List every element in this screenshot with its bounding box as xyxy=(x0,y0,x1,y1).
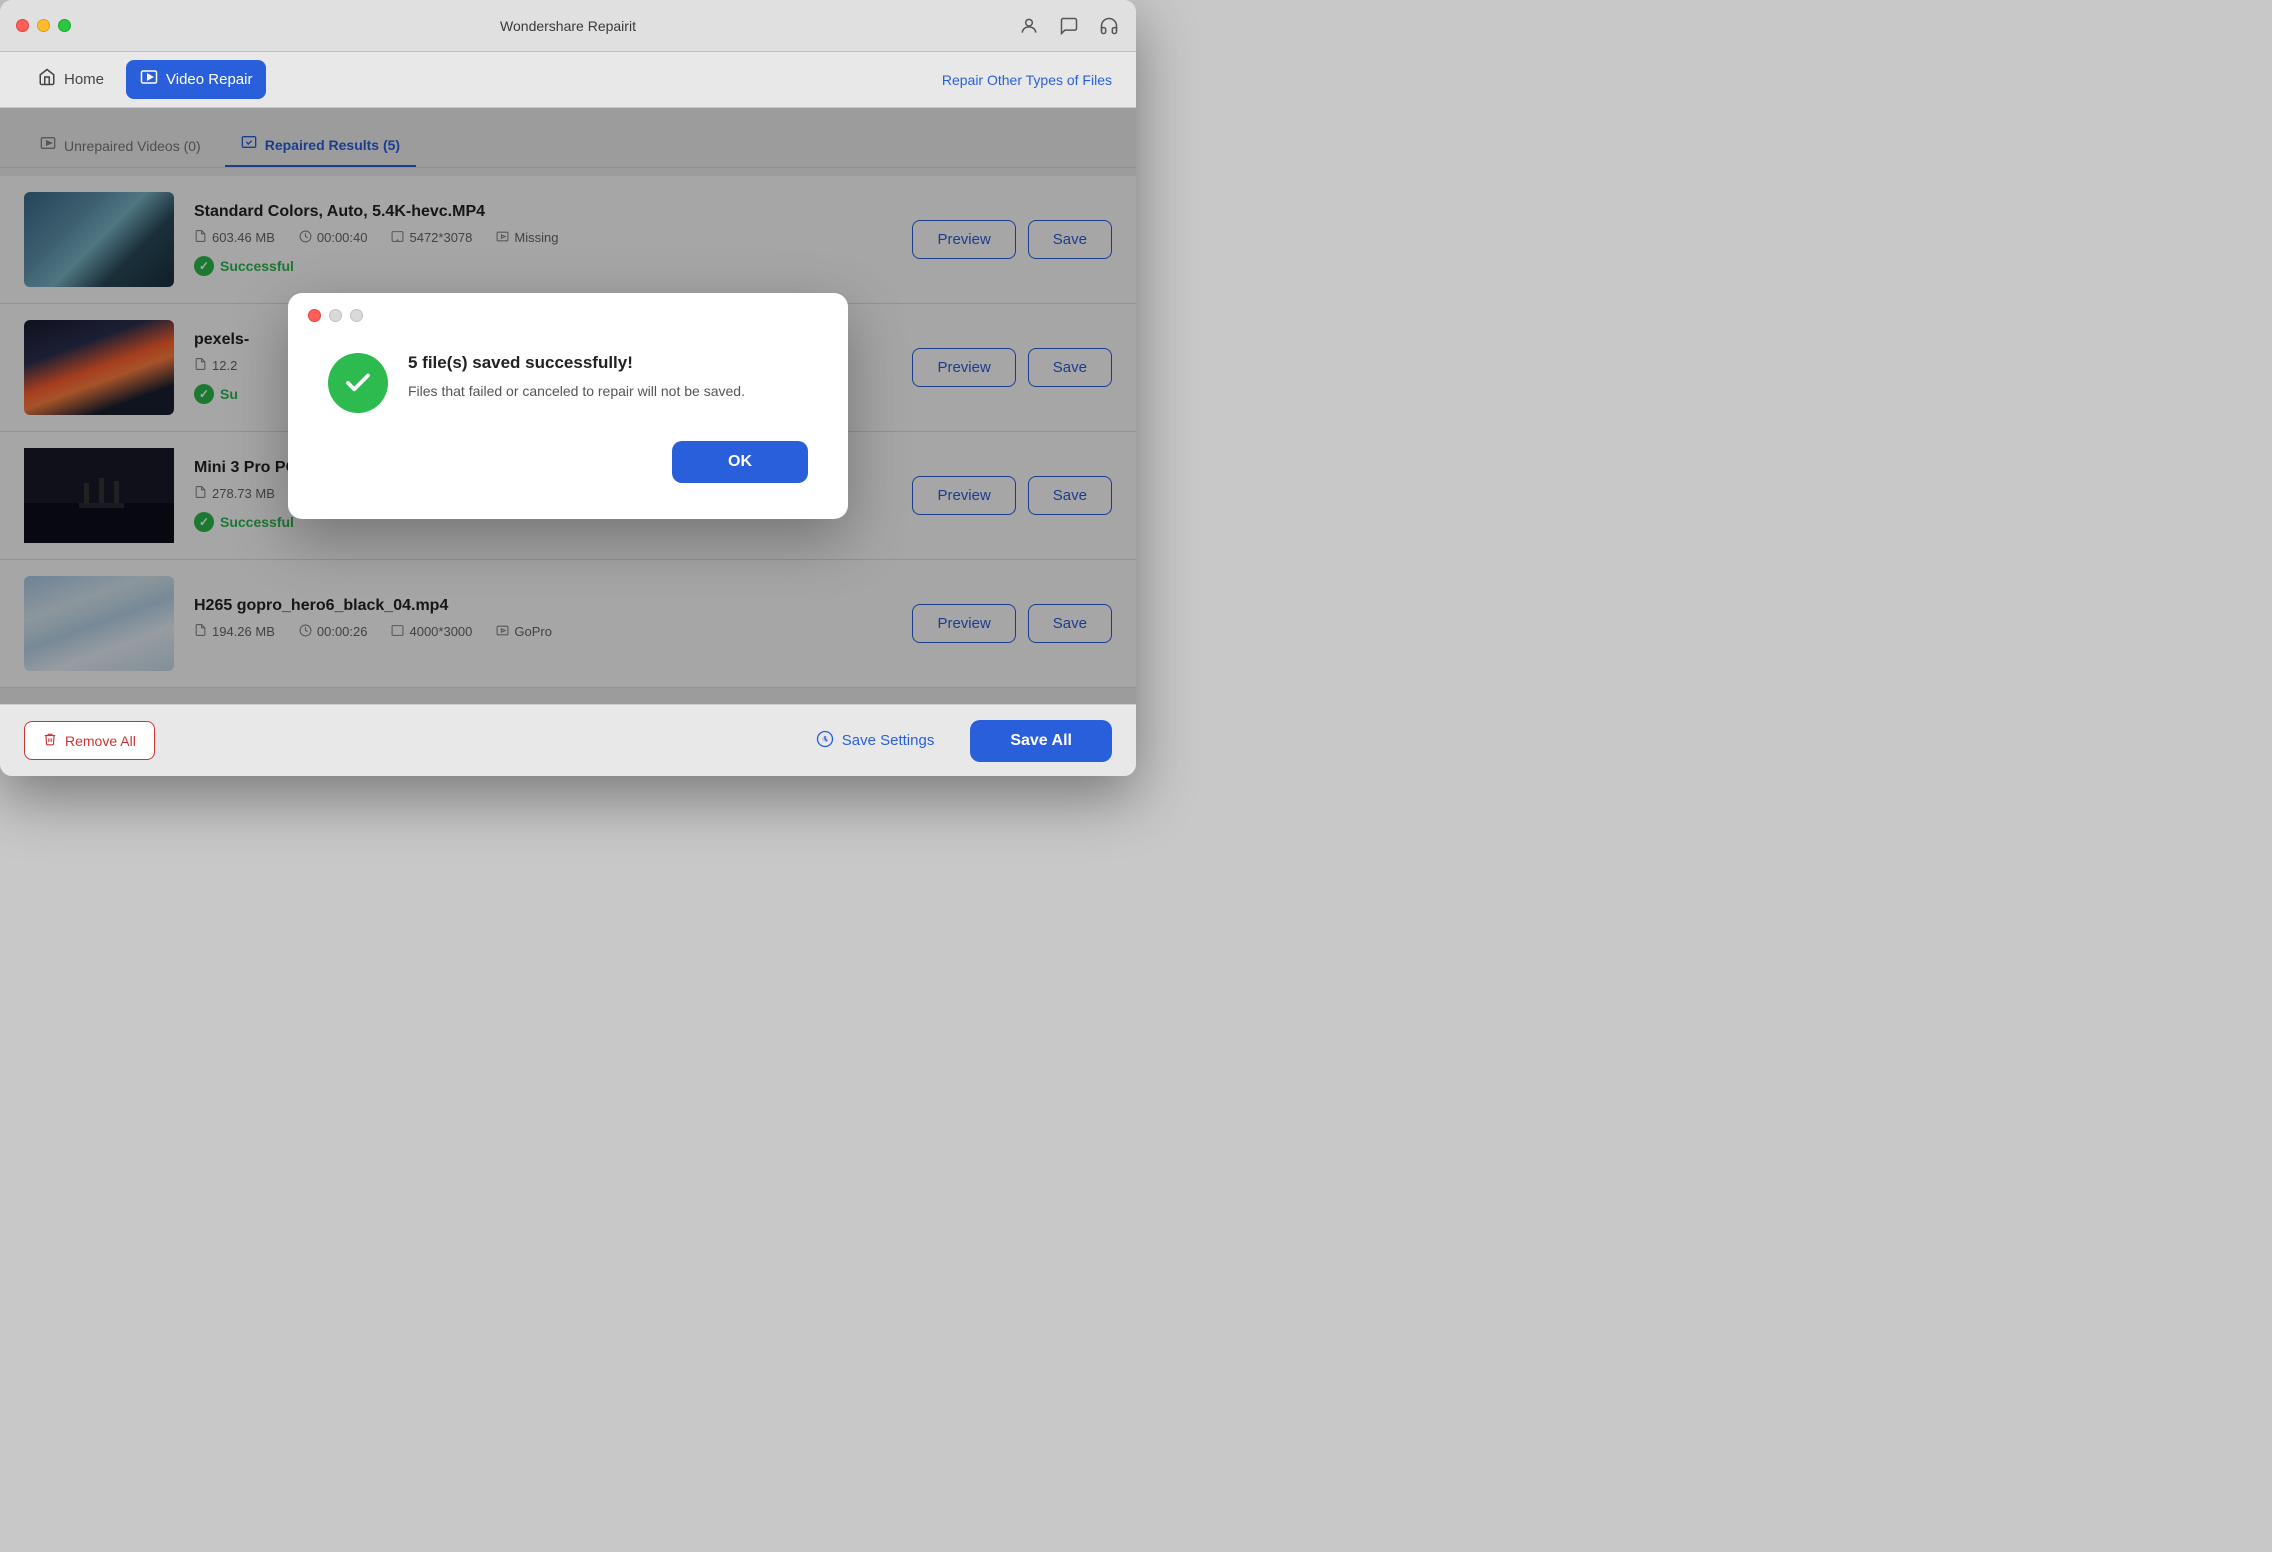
nav-home-label: Home xyxy=(64,71,104,88)
window-title: Wondershare Repairit xyxy=(500,18,636,34)
video-repair-icon xyxy=(140,68,158,91)
maximize-button[interactable] xyxy=(58,19,71,32)
title-bar: Wondershare Repairit xyxy=(0,0,1136,52)
remove-all-label: Remove All xyxy=(65,733,136,749)
trash-icon xyxy=(43,732,57,749)
dialog-text: 5 file(s) saved successfully! Files that… xyxy=(408,353,808,402)
close-button[interactable] xyxy=(16,19,29,32)
dialog-overlay: 5 file(s) saved successfully! Files that… xyxy=(0,108,1136,704)
ok-button[interactable]: OK xyxy=(672,441,808,483)
headphone-icon[interactable] xyxy=(1098,15,1120,37)
nav-home[interactable]: Home xyxy=(24,60,118,99)
user-icon[interactable] xyxy=(1018,15,1040,37)
nav-video-repair[interactable]: Video Repair xyxy=(126,60,266,99)
save-all-button[interactable]: Save All xyxy=(970,720,1112,762)
nav-bar: Home Video Repair Repair Other Types of … xyxy=(0,52,1136,108)
dialog-title-bar xyxy=(308,309,363,322)
minimize-button[interactable] xyxy=(37,19,50,32)
settings-icon xyxy=(816,730,834,752)
traffic-lights xyxy=(16,19,71,32)
title-bar-icons xyxy=(1018,15,1120,37)
dialog-title: 5 file(s) saved successfully! xyxy=(408,353,808,373)
dialog-minimize-button[interactable] xyxy=(329,309,342,322)
success-check-icon xyxy=(328,353,388,413)
dialog-close-button[interactable] xyxy=(308,309,321,322)
dialog-body: 5 file(s) saved successfully! Files that… xyxy=(328,353,808,413)
repair-other-link[interactable]: Repair Other Types of Files xyxy=(942,72,1112,88)
dialog-subtitle: Files that failed or canceled to repair … xyxy=(408,381,808,402)
chat-icon[interactable] xyxy=(1058,15,1080,37)
nav-video-repair-label: Video Repair xyxy=(166,71,252,88)
home-icon xyxy=(38,68,56,91)
remove-all-button[interactable]: Remove All xyxy=(24,721,155,760)
main-content: Unrepaired Videos (0) Repaired Results (… xyxy=(0,108,1136,704)
save-settings-label: Save Settings xyxy=(842,732,935,749)
main-window: Wondershare Repairit xyxy=(0,0,1136,776)
success-dialog: 5 file(s) saved successfully! Files that… xyxy=(288,293,848,519)
dialog-footer: OK xyxy=(328,441,808,483)
save-settings-button[interactable]: Save Settings xyxy=(796,720,955,762)
bottom-bar: Remove All Save Settings Save All xyxy=(0,704,1136,776)
dialog-maximize-button[interactable] xyxy=(350,309,363,322)
